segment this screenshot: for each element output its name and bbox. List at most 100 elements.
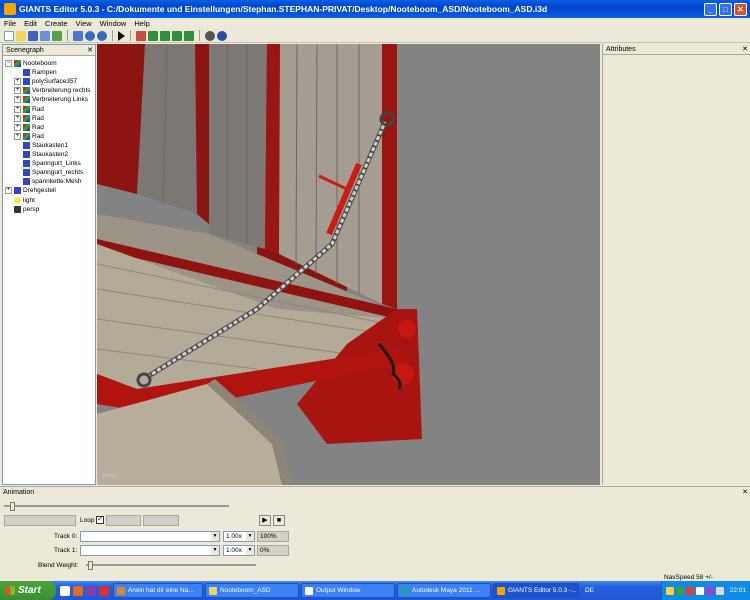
3d-viewport[interactable]: persp bbox=[97, 44, 600, 485]
timeline-track bbox=[4, 505, 229, 507]
undo-icon[interactable] bbox=[85, 30, 95, 41]
blend-weight-slider[interactable] bbox=[86, 561, 256, 570]
import-icon[interactable] bbox=[73, 30, 83, 41]
track0-select[interactable]: ▼ bbox=[80, 531, 220, 542]
menu-help[interactable]: Help bbox=[130, 18, 153, 29]
open-icon[interactable] bbox=[16, 30, 26, 41]
taskbar-task[interactable]: GIANTS Editor 5.0.3 -... bbox=[493, 583, 579, 598]
animation-start-field[interactable] bbox=[106, 515, 141, 526]
tree-node[interactable]: persp bbox=[5, 205, 39, 214]
tree-node[interactable]: + Rad bbox=[14, 123, 44, 132]
terrain-raise-icon[interactable] bbox=[148, 30, 158, 41]
tree-node[interactable]: + Rad bbox=[14, 132, 44, 141]
language-indicator[interactable]: DE bbox=[585, 587, 594, 594]
animation-name-field[interactable] bbox=[4, 515, 76, 526]
close-button[interactable]: ✕ bbox=[734, 2, 747, 16]
expand-toggle[interactable]: + bbox=[14, 96, 21, 104]
tree-node[interactable]: light bbox=[5, 196, 35, 205]
tree-node[interactable]: Staukasten2 bbox=[14, 150, 68, 159]
track1-weight-field[interactable]: 0% bbox=[257, 545, 289, 556]
scenegraph-close-button[interactable]: ✕ bbox=[85, 45, 95, 55]
browser-icon[interactable] bbox=[73, 585, 83, 596]
menu-edit[interactable]: Edit bbox=[20, 18, 41, 29]
desktop-icon[interactable] bbox=[60, 585, 70, 596]
start-button[interactable]: Start bbox=[0, 581, 56, 600]
tray-icon[interactable] bbox=[675, 586, 684, 595]
tree-node[interactable]: spannkette:Mesh bbox=[14, 177, 82, 186]
taskbar-task[interactable]: Autodesk Maya 2011 ... bbox=[397, 583, 491, 598]
terrain-smooth-icon[interactable] bbox=[172, 30, 182, 41]
tree-node[interactable]: Rampen bbox=[14, 68, 57, 77]
loop-checkbox[interactable]: ✓ bbox=[96, 516, 104, 524]
taskbar-task[interactable]: Arwin hat dir eine Na... bbox=[113, 583, 203, 598]
timeline-thumb[interactable] bbox=[10, 502, 15, 511]
tree-node-label: Verbreiterung Links bbox=[32, 96, 89, 104]
expand-toggle[interactable]: + bbox=[14, 105, 21, 113]
media-icon[interactable] bbox=[86, 585, 96, 596]
save-icon[interactable] bbox=[28, 30, 38, 41]
terrain-lower-icon[interactable] bbox=[160, 30, 170, 41]
maximize-button[interactable]: □ bbox=[719, 2, 732, 16]
tray-icon[interactable] bbox=[665, 586, 674, 595]
tree-node[interactable]: − Nooteboom bbox=[5, 59, 57, 68]
export-icon[interactable] bbox=[52, 30, 62, 41]
menu-create[interactable]: Create bbox=[41, 18, 72, 29]
stop-button[interactable]: ■ bbox=[273, 515, 285, 526]
animation-close-button[interactable]: ✕ bbox=[740, 487, 750, 498]
tree-node[interactable]: Spanngurt_Links bbox=[14, 159, 81, 168]
minimize-button[interactable]: _ bbox=[704, 2, 717, 16]
volume-icon[interactable] bbox=[715, 586, 724, 595]
tree-node[interactable]: + Verbreiterung Links bbox=[14, 95, 88, 104]
track0-weight-field[interactable]: 100% bbox=[257, 531, 289, 542]
tray-icon[interactable] bbox=[685, 586, 694, 595]
tree-node[interactable]: + Rad bbox=[14, 114, 44, 123]
play-button[interactable]: ▶ bbox=[259, 515, 271, 526]
animation-end-field[interactable] bbox=[143, 515, 179, 526]
redo-icon[interactable] bbox=[97, 30, 107, 41]
expand-toggle[interactable]: + bbox=[5, 187, 12, 195]
transform-icon bbox=[14, 60, 21, 67]
save-as-icon[interactable] bbox=[40, 30, 50, 41]
tree-node[interactable]: + polySurface357 bbox=[14, 77, 77, 86]
expand-toggle[interactable]: + bbox=[14, 87, 21, 95]
track1-select[interactable]: ▼ bbox=[80, 545, 220, 556]
tray-icon[interactable] bbox=[695, 586, 704, 595]
tree-node[interactable]: + Drehgestell bbox=[5, 186, 56, 195]
expand-toggle[interactable]: + bbox=[14, 132, 21, 140]
move-icon[interactable] bbox=[217, 30, 227, 41]
taskbar-task[interactable]: Output Window bbox=[301, 583, 395, 598]
play-icon[interactable] bbox=[118, 30, 125, 41]
menu-window[interactable]: Window bbox=[96, 18, 131, 29]
tree-node-label: Verbreiterung rechts bbox=[32, 87, 91, 95]
app-icon[interactable] bbox=[99, 585, 109, 596]
expand-toggle[interactable]: − bbox=[5, 60, 12, 67]
tray-icon[interactable] bbox=[705, 586, 714, 595]
task-label: Arwin hat dir eine Na... bbox=[128, 587, 194, 594]
taskbar-task[interactable]: Nooteboom_ASD bbox=[205, 583, 299, 598]
track0-speed-select[interactable]: 1.00x ▼ bbox=[223, 531, 255, 542]
expand-toggle[interactable]: + bbox=[14, 123, 21, 131]
menu-file[interactable]: File bbox=[0, 18, 20, 29]
new-icon[interactable] bbox=[4, 30, 14, 41]
blend-weight-thumb[interactable] bbox=[88, 561, 93, 570]
attributes-close-button[interactable]: ✕ bbox=[740, 44, 750, 54]
expand-toggle[interactable]: + bbox=[14, 114, 21, 122]
expand-toggle[interactable]: + bbox=[14, 78, 21, 86]
shape-icon bbox=[23, 160, 30, 168]
tree-node[interactable]: + Verbreiterung rechts bbox=[14, 86, 91, 95]
tree-node[interactable]: Spanngurt_rechts bbox=[14, 168, 83, 177]
select-icon[interactable] bbox=[205, 30, 215, 41]
timeline-slider[interactable] bbox=[4, 502, 229, 511]
wood-panel-left bbox=[137, 44, 197, 214]
track1-speed-select[interactable]: 1.00x ▼ bbox=[223, 545, 255, 556]
scenegraph-tree[interactable]: − Nooteboom Rampen + polySurface357 + Verbreit… bbox=[3, 56, 95, 484]
hinge-bolt-top bbox=[398, 320, 416, 338]
menu-view[interactable]: View bbox=[72, 18, 96, 29]
tree-node-label: Rad bbox=[32, 132, 44, 140]
home-icon[interactable] bbox=[136, 30, 146, 41]
tree-node[interactable]: Staukasten1 bbox=[14, 141, 68, 150]
terrain-paint-icon[interactable] bbox=[184, 30, 194, 41]
tree-node[interactable]: + Rad bbox=[14, 105, 44, 114]
tree-node-label: Rampen bbox=[32, 69, 57, 77]
attributes-title: Attributes bbox=[606, 46, 636, 53]
